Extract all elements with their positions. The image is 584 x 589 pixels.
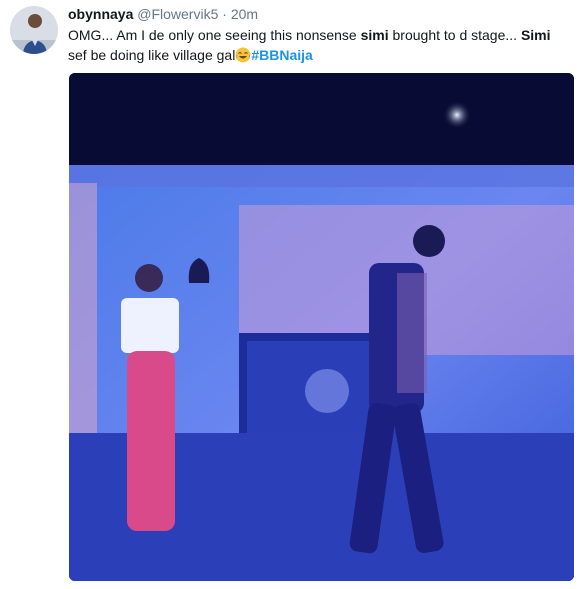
separator-dot: · bbox=[222, 6, 227, 22]
tweet-text-part: brought to d stage... bbox=[388, 27, 521, 43]
tweet-text: OMG... Am I de only one seeing this nons… bbox=[68, 25, 573, 65]
hashtag-link[interactable]: #BBNaija bbox=[251, 47, 312, 63]
face-with-tears-of-joy-icon bbox=[235, 47, 251, 63]
tweet-text-part: OMG... Am I de only one seeing this nons… bbox=[68, 27, 361, 43]
avatar[interactable] bbox=[10, 6, 58, 54]
tweet-header: obynnaya @Flowervik5 · 20m bbox=[68, 5, 574, 23]
tweet-text-bold: Simi bbox=[520, 27, 551, 43]
tweet[interactable]: obynnaya @Flowervik5 · 20m OMG... Am I d… bbox=[0, 0, 584, 589]
tweet-photo[interactable] bbox=[69, 73, 574, 581]
tweet-text-bold: simi bbox=[360, 27, 389, 43]
tweet-timestamp[interactable]: 20m bbox=[231, 6, 258, 22]
tweet-text-part: sef be doing like village gal bbox=[68, 47, 236, 63]
author-name[interactable]: obynnaya bbox=[68, 6, 133, 22]
author-handle[interactable]: @Flowervik5 bbox=[137, 6, 218, 22]
